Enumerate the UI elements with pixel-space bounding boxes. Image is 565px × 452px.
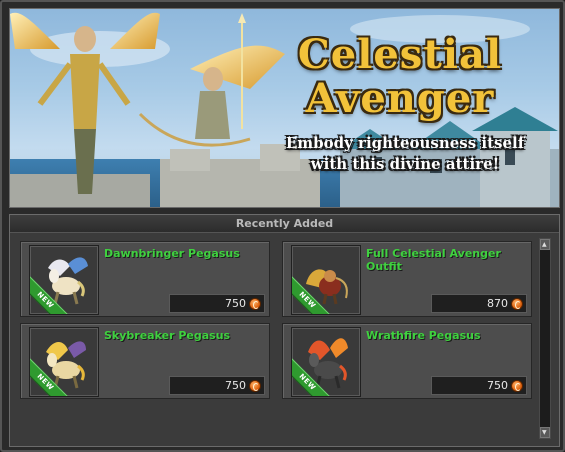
item-price: 750: [487, 379, 508, 392]
banner-title-line-2: Avenger: [305, 75, 495, 122]
store-window: Celestial Avenger Embody righteousness i…: [0, 0, 565, 452]
coin-icon: [511, 380, 523, 392]
item-price: 870: [487, 297, 508, 310]
price-box: 750: [169, 294, 265, 313]
store-item-full-celestial-avenger-outfit[interactable]: NEW Full Celestial Avenger Outfit 870: [282, 241, 532, 317]
price-box: 750: [169, 376, 265, 395]
item-thumbnail: NEW: [29, 245, 99, 315]
arrow-down-icon: ▼: [542, 429, 547, 436]
scroll-up-button[interactable]: ▲: [540, 239, 550, 250]
price-box: 870: [431, 294, 527, 313]
banner-subtitle-line-2: with this divine attire!: [310, 155, 500, 173]
coin-icon: [511, 298, 523, 310]
banner-subtitle-line-1: Embody righteousness itself: [285, 134, 525, 152]
recently-added-panel: Recently Added NEW Dawnbringer Pegasus 7…: [9, 214, 560, 447]
banner-subtitle: Embody righteousness itself with this di…: [260, 133, 550, 175]
coin-icon: [249, 298, 261, 310]
item-name: Skybreaker Pegasus: [104, 329, 231, 342]
banner-title: Celestial Avenger: [265, 33, 535, 121]
vertical-scrollbar[interactable]: ▲ ▼: [539, 238, 551, 439]
item-price: 750: [225, 297, 246, 310]
item-thumbnail: NEW: [291, 245, 361, 315]
coin-icon: [249, 380, 261, 392]
item-name: Wrathfire Pegasus: [366, 329, 481, 342]
scroll-down-button[interactable]: ▼: [540, 427, 550, 438]
promo-banner[interactable]: Celestial Avenger Embody righteousness i…: [9, 8, 560, 208]
item-name: Full Celestial Avenger Outfit: [366, 247, 501, 273]
item-price: 750: [225, 379, 246, 392]
price-box: 750: [431, 376, 527, 395]
item-name: Dawnbringer Pegasus: [104, 247, 240, 260]
store-item-dawnbringer-pegasus[interactable]: NEW Dawnbringer Pegasus 750: [20, 241, 270, 317]
item-thumbnail: NEW: [291, 327, 361, 397]
panel-header: Recently Added: [10, 215, 559, 233]
store-item-skybreaker-pegasus[interactable]: NEW Skybreaker Pegasus 750: [20, 323, 270, 399]
arrow-up-icon: ▲: [542, 241, 547, 248]
store-item-wrathfire-pegasus[interactable]: NEW Wrathfire Pegasus 750: [282, 323, 532, 399]
item-thumbnail: NEW: [29, 327, 99, 397]
banner-title-line-1: Celestial: [297, 31, 503, 78]
